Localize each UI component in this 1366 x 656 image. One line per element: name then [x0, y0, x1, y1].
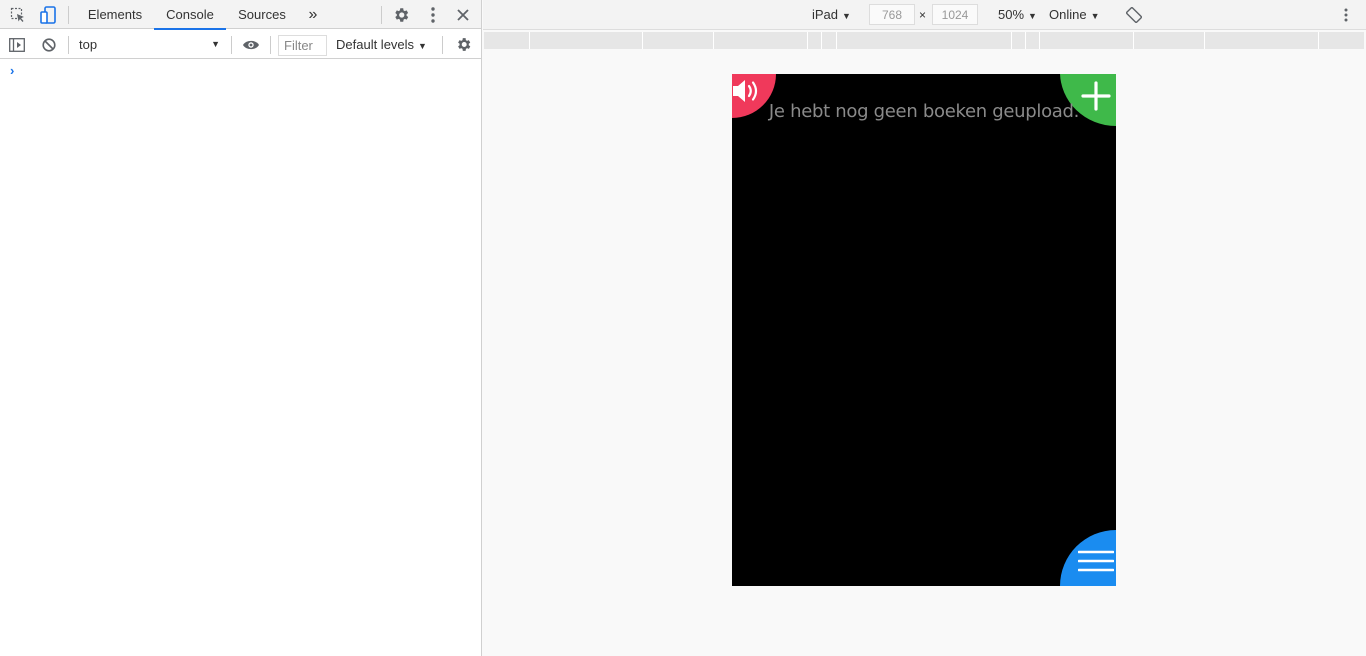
toolbar-divider	[381, 6, 382, 24]
device-height-input[interactable]	[932, 4, 978, 25]
media-query-marker	[1039, 32, 1040, 49]
toolbar-divider	[231, 36, 232, 54]
chevron-down-icon: ▼	[1090, 11, 1100, 21]
log-levels-dropdown[interactable]: Default levels ▼	[336, 30, 427, 59]
throttling-value: Online	[1049, 7, 1087, 22]
hamburger-menu-icon	[1078, 550, 1114, 572]
tab-elements[interactable]: Elements	[80, 0, 150, 29]
close-icon[interactable]	[453, 0, 473, 29]
media-query-marker	[642, 32, 643, 49]
console-sidebar-icon[interactable]	[7, 30, 27, 59]
media-query-marker	[713, 32, 714, 49]
device-width-input[interactable]	[869, 4, 915, 25]
tab-console[interactable]: Console	[154, 0, 226, 30]
devtools-tab-bar: Elements Console Sources »	[0, 0, 481, 30]
zoom-value: 50%	[998, 7, 1025, 22]
console-toolbar: top ▼ Default levels▼	[0, 30, 481, 59]
toolbar-divider	[270, 36, 271, 54]
rotate-device-icon[interactable]	[1123, 0, 1145, 30]
context-value: top	[79, 37, 98, 52]
more-tabs-icon[interactable]: »	[302, 0, 324, 29]
devtools-panel: Elements Console Sources » top ▼ Filter …	[0, 0, 482, 656]
settings-gear-icon[interactable]	[391, 0, 411, 29]
media-query-marker	[1025, 32, 1026, 49]
media-query-marker	[807, 32, 808, 49]
empty-state-message: Je hebt nog geen boeken geupload.	[768, 101, 1080, 122]
live-expression-eye-icon[interactable]	[240, 30, 262, 59]
device-select[interactable]: iPad ▼	[812, 0, 851, 30]
log-levels-label: Default levels	[336, 37, 415, 52]
device-toolbar: iPad▼ × 50%▼ Online▼	[483, 0, 1366, 30]
media-query-marker	[1204, 32, 1205, 49]
chevron-down-icon: ▼	[842, 11, 851, 21]
dimension-separator: ×	[919, 8, 927, 22]
throttling-select[interactable]: Online ▼	[1049, 0, 1100, 30]
toolbar-divider	[442, 36, 443, 54]
device-viewport: Je hebt nog geen boeken geupload.	[732, 74, 1116, 586]
console-prompt-icon[interactable]: ›	[10, 63, 14, 78]
media-query-marker	[1318, 32, 1319, 49]
media-query-bar[interactable]	[484, 32, 1364, 49]
console-filter-input[interactable]	[278, 35, 327, 56]
console-settings-gear-icon[interactable]	[453, 30, 473, 59]
clear-console-icon[interactable]	[39, 30, 59, 59]
tab-sources[interactable]: Sources	[230, 0, 294, 29]
media-query-marker	[1011, 32, 1012, 49]
device-toggle-icon[interactable]	[38, 0, 58, 29]
media-query-marker	[1133, 32, 1134, 49]
context-select[interactable]: top ▼	[72, 34, 224, 55]
chevron-down-icon: ▼	[211, 39, 220, 49]
device-name: iPad	[812, 7, 839, 22]
media-query-marker	[821, 32, 822, 49]
media-query-marker	[836, 32, 837, 49]
device-toolbar-menu-icon[interactable]	[1340, 0, 1352, 30]
toolbar-divider	[68, 6, 69, 24]
kebab-menu-icon[interactable]	[423, 0, 443, 29]
toolbar-divider	[68, 36, 69, 54]
chevron-down-icon: ▼	[418, 41, 427, 51]
zoom-select[interactable]: 50% ▼	[998, 0, 1037, 30]
inspect-element-icon[interactable]	[8, 0, 28, 29]
media-query-marker	[529, 32, 530, 49]
chevron-down-icon: ▼	[1028, 11, 1037, 21]
